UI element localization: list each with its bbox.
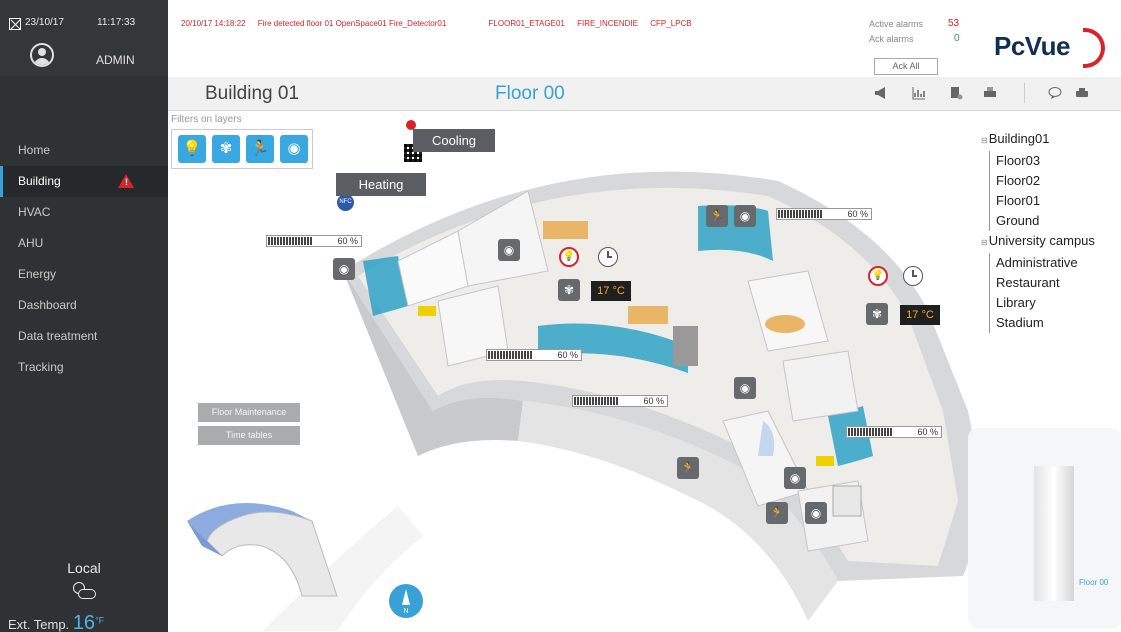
heating-label[interactable]: Heating [336, 173, 426, 196]
building-thumbnail[interactable]: Floor 00 [968, 428, 1121, 629]
user-name[interactable]: ADMIN [96, 53, 135, 67]
smoke-detector-icon[interactable]: ◉ [498, 239, 520, 261]
main-nav: Home Building ! HVAC AHU Energy Dashboar… [0, 135, 168, 383]
building-title: Building 01 [205, 83, 300, 104]
nav-item-tracking[interactable]: Tracking [0, 352, 168, 383]
pcvue-logo: PcVue [994, 31, 1071, 61]
motion-icon[interactable]: 🏃 [706, 205, 728, 227]
filters-label: Filters on layers [171, 114, 242, 125]
bulb-alarm-icon[interactable]: 💡 [559, 247, 579, 267]
megaphone-icon[interactable] [874, 86, 888, 100]
gauge-west[interactable]: 60 % [266, 235, 362, 247]
active-alarms-count: 53 [948, 18, 960, 29]
bulb-alarm-icon[interactable]: 💡 [868, 266, 888, 286]
floor-map: Filters on layers 💡 ✾ 🏃 ◉ Cooling NFC He… [168, 111, 1121, 632]
tree-node[interactable]: Administrative [981, 253, 1095, 273]
motion-icon[interactable]: 🏃 [677, 457, 699, 479]
temperature-display: 17 °C [900, 305, 940, 325]
ext-temp-unit: °F [95, 615, 105, 626]
alarm-datetime: 20/10/17 14:18:22 [181, 19, 246, 28]
chart-icon[interactable] [912, 86, 926, 100]
tree-node[interactable]: Restaurant [981, 273, 1095, 293]
ack-alarms-label: Ack alarms [869, 34, 914, 44]
weather-widget: Local [0, 560, 168, 602]
tree-node[interactable]: Library [981, 293, 1095, 313]
page-header: Building 01 Floor 00 [168, 77, 1121, 111]
fan-icon[interactable]: ✾ [558, 279, 580, 301]
building-tower-image [1034, 466, 1074, 601]
tree-node[interactable]: Ground [981, 211, 1095, 231]
weather-icon [71, 580, 97, 602]
thumbnail-floor-label: Floor 00 [1079, 578, 1109, 587]
current-time: 11:17:33 [97, 17, 136, 28]
gauge-north[interactable]: 60 % [776, 208, 872, 220]
ack-all-button[interactable]: Ack All [874, 58, 938, 75]
nav-item-label: Building [18, 174, 61, 188]
gauge-south[interactable]: 60 % [572, 395, 668, 407]
smoke-detector-icon[interactable]: ◉ [734, 205, 756, 227]
nav-item-energy[interactable]: Energy [0, 259, 168, 290]
ext-temp-label: Ext. Temp. [8, 617, 70, 632]
cooling-label[interactable]: Cooling [413, 129, 495, 152]
ack-alarms-count: 0 [954, 33, 960, 44]
layer-filters: 💡 ✾ 🏃 ◉ [171, 129, 313, 169]
toolbar-divider [1024, 83, 1025, 103]
alarm-message: Fire detected floor 01 OpenSpace01 Fire_… [257, 19, 447, 28]
sidebar-header: 23/10/17 11:17:33 ADMIN [0, 0, 168, 76]
nfc-icon[interactable]: NFC [337, 194, 354, 211]
ext-temp-value: 16 [72, 612, 96, 632]
tree-node[interactable]: Floor02 [981, 171, 1095, 191]
last-alarm[interactable]: 20/10/17 14:18:22 Fire detected floor 01… [181, 19, 702, 28]
location-tree: Building01 Floor03 Floor02 Floor01 Groun… [981, 129, 1095, 333]
close-icon[interactable] [9, 18, 21, 30]
tree-node[interactable]: Floor03 [981, 151, 1095, 171]
nav-item-building[interactable]: Building ! [0, 166, 168, 197]
clock-icon[interactable] [598, 247, 618, 267]
tree-node[interactable]: University campus [981, 231, 1095, 253]
external-temperature: Ext. Temp. 16°F [8, 612, 104, 632]
weather-location: Local [67, 560, 101, 576]
tree-node[interactable]: Stadium [981, 313, 1095, 333]
floor-title: Floor 00 [495, 83, 565, 104]
gauge-center[interactable]: 60 % [486, 349, 582, 361]
comment-icon[interactable] [1048, 86, 1062, 100]
tree-node[interactable]: Building01 [981, 129, 1095, 151]
nav-item-home[interactable]: Home [0, 135, 168, 166]
report-icon[interactable] [949, 86, 963, 100]
sidebar: 23/10/17 11:17:33 ADMIN Home Building ! … [0, 0, 168, 632]
clock-icon[interactable] [903, 266, 923, 286]
warning-icon: ! [118, 174, 134, 188]
active-alarms-label: Active alarms [869, 19, 924, 29]
print-icon[interactable] [1075, 86, 1089, 100]
alarm-tag-code: CFP_LPCB [650, 19, 692, 28]
time-tables-button[interactable]: Time tables [198, 426, 300, 445]
gauge-east[interactable]: 60 % [846, 426, 942, 438]
compass-icon: N [389, 584, 423, 618]
pcvue-app: 23/10/17 11:17:33 ADMIN Home Building ! … [0, 0, 1121, 632]
smoke-detector-icon[interactable]: ◉ [805, 502, 827, 524]
floor-minimap[interactable] [182, 486, 342, 606]
temperature-display: 17 °C [591, 281, 631, 301]
nav-item-ahu[interactable]: AHU [0, 228, 168, 259]
nav-item-data-treatment[interactable]: Data treatment [0, 321, 168, 352]
motion-icon[interactable]: 🏃 [246, 135, 274, 163]
nav-item-dashboard[interactable]: Dashboard [0, 290, 168, 321]
motion-icon[interactable]: 🏃 [766, 502, 788, 524]
fan-icon[interactable]: ✾ [866, 303, 888, 325]
logo-arc-icon [1083, 28, 1105, 68]
smoke-detector-icon[interactable]: ◉ [280, 135, 308, 163]
current-date: 23/10/17 [25, 17, 64, 28]
floor-maintenance-button[interactable]: Floor Maintenance [198, 403, 300, 422]
smoke-detector-icon[interactable]: ◉ [784, 467, 806, 489]
fan-icon[interactable]: ✾ [212, 135, 240, 163]
smoke-detector-icon[interactable]: ◉ [734, 377, 756, 399]
alarm-tag-type: FIRE_INCENDIE [577, 19, 639, 28]
tree-node[interactable]: Floor01 [981, 191, 1095, 211]
alarm-tag-floor: FLOOR01_ETAGE01 [488, 19, 565, 28]
nav-item-hvac[interactable]: HVAC [0, 197, 168, 228]
print-setup-icon[interactable] [983, 86, 997, 100]
bulb-icon[interactable]: 💡 [178, 135, 206, 163]
user-icon[interactable] [30, 43, 54, 67]
smoke-detector-icon[interactable]: ◉ [333, 258, 355, 280]
